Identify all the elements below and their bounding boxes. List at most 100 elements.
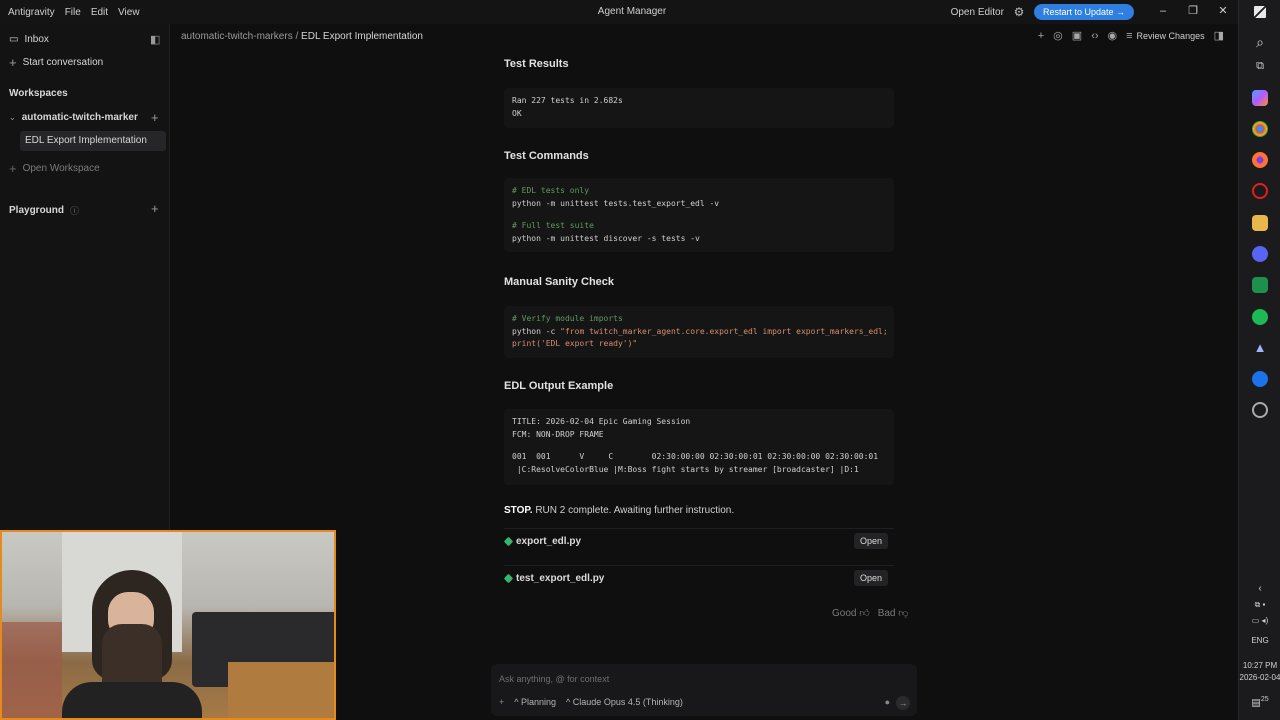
- plus-icon: +: [9, 54, 17, 70]
- webcam-streamer: [62, 562, 202, 718]
- breadcrumb: automatic-twitch-markers / EDL Export Im…: [181, 31, 423, 42]
- list-icon: ≡: [1126, 29, 1133, 42]
- mode-label: Planning: [521, 697, 557, 707]
- bad-feedback-button[interactable]: Bad 👎︎: [878, 607, 909, 619]
- feedback-bar: Good 👍︎ Bad 👎︎: [832, 607, 908, 619]
- toggle-sidebar-icon[interactable]: ◧: [150, 33, 160, 46]
- add-conversation-icon[interactable]: +: [151, 111, 159, 124]
- close-icon[interactable]: ✕: [1208, 0, 1238, 24]
- firefox-icon[interactable]: [1252, 152, 1268, 168]
- menu-edit[interactable]: Edit: [91, 7, 108, 18]
- workspace-item[interactable]: ⌄ automatic-twitch-marker: [9, 112, 138, 123]
- clock-time[interactable]: 10:27 PM: [1239, 661, 1280, 670]
- notification-icon: ▤: [1251, 697, 1261, 709]
- agent-icon[interactable]: ◎: [1053, 29, 1063, 42]
- gear-icon[interactable]: ⚙: [1012, 5, 1026, 19]
- code-comment: # EDL tests only: [512, 186, 590, 195]
- send-icon[interactable]: →: [896, 696, 910, 710]
- edl-output-title: EDL Output Example: [504, 380, 614, 392]
- sidebar-item-inbox[interactable]: ▭ Inbox: [9, 34, 49, 45]
- opera-icon[interactable]: [1252, 183, 1268, 199]
- code-line: |C:ResolveColorBlue |M:Boss fight starts…: [512, 464, 859, 474]
- playground-heading[interactable]: Playground ⓘ: [9, 204, 79, 217]
- spotify-icon[interactable]: [1252, 309, 1268, 325]
- file-artifact-row[interactable]: export_edl.py Open: [503, 528, 894, 554]
- chrome-icon[interactable]: [1252, 121, 1268, 137]
- antigravity-icon[interactable]: ▲: [1239, 340, 1280, 355]
- eye-icon[interactable]: ◉: [1108, 29, 1118, 42]
- chat-input-placeholder[interactable]: Ask anything, @ for context: [499, 674, 609, 684]
- code-string: "from twitch_marker_agent.core.export_ed…: [560, 326, 888, 336]
- windows-start-icon[interactable]: [1254, 6, 1266, 18]
- menu-view[interactable]: View: [118, 7, 140, 18]
- breadcrumb-workspace[interactable]: automatic-twitch-markers: [181, 31, 293, 42]
- restore-icon[interactable]: ❐: [1178, 0, 1208, 24]
- code-line: TITLE: 2026-02-04 Epic Gaming Session: [512, 417, 691, 426]
- menu-file[interactable]: File: [65, 7, 81, 18]
- code-line: python -m unittest discover -s tests -v: [512, 233, 700, 243]
- inbox-label: Inbox: [24, 34, 49, 45]
- file-name: export_edl.py: [516, 536, 582, 547]
- task-view-icon[interactable]: ⧉: [1239, 60, 1280, 73]
- open-editor-link[interactable]: Open Editor: [951, 7, 1004, 18]
- edl-output-block: TITLE: 2026-02-04 Epic Gaming Session FCM…: [504, 409, 894, 485]
- streamer-shirt: [62, 682, 202, 718]
- webcam-dresser: [228, 662, 334, 718]
- add-context-icon[interactable]: +: [499, 697, 504, 707]
- chat-input-box[interactable]: Ask anything, @ for context + ^ Planning…: [491, 664, 917, 716]
- webcam-overlay: [0, 530, 336, 720]
- scrollbar[interactable]: [1232, 50, 1237, 650]
- title-bar: Antigravity File Edit View Agent Manager…: [0, 0, 1238, 24]
- status-text: RUN 2 complete. Awaiting further instruc…: [532, 505, 735, 516]
- status-message: STOP. RUN 2 complete. Awaiting further i…: [504, 505, 734, 516]
- bad-label: Bad: [877, 608, 896, 619]
- review-changes-label: Review Changes: [1136, 30, 1205, 41]
- good-label: Good: [832, 608, 857, 619]
- code-line: FCM: NON-DROP FRAME: [512, 429, 604, 439]
- start-conversation-button[interactable]: + Start conversation: [9, 54, 103, 70]
- open-workspace-button[interactable]: + Open Workspace: [9, 160, 100, 176]
- clock-date[interactable]: 2026-02-04: [1239, 673, 1280, 682]
- notification-count: 25: [1260, 696, 1269, 703]
- search-icon[interactable]: ⌕: [1239, 34, 1280, 51]
- sanity-check-block: # Verify module imports python -c "from t…: [504, 306, 894, 358]
- maps-icon[interactable]: [1252, 371, 1268, 387]
- open-workspace-label: Open Workspace: [22, 163, 100, 174]
- obs-icon[interactable]: [1252, 402, 1268, 418]
- tray-icons[interactable]: ⧉ ▪: [1239, 600, 1280, 610]
- good-feedback-button[interactable]: Good 👍︎: [832, 607, 870, 619]
- copilot-icon[interactable]: [1252, 90, 1268, 106]
- model-selector[interactable]: ^ Claude Opus 4.5 (Thinking): [566, 697, 683, 707]
- review-changes-button[interactable]: ≡ Review Changes: [1126, 30, 1204, 42]
- file-explorer-icon[interactable]: [1252, 215, 1268, 231]
- thumbs-down-icon: 👎︎: [898, 608, 909, 619]
- file-artifact-row[interactable]: test_export_edl.py Open: [503, 565, 894, 591]
- chevron-left-icon[interactable]: ‹: [1239, 583, 1280, 594]
- test-results-title: Test Results: [504, 58, 569, 70]
- conversation-item-edl-export[interactable]: EDL Export Implementation: [25, 135, 147, 146]
- language-indicator[interactable]: ENG: [1239, 636, 1280, 645]
- notifications-button[interactable]: ▤25: [1239, 696, 1280, 708]
- workspaces-heading: Workspaces: [9, 88, 68, 99]
- side-panel-icon[interactable]: ◨: [1214, 29, 1224, 42]
- conversation-header: automatic-twitch-markers / EDL Export Im…: [171, 24, 1238, 50]
- terminal-icon[interactable]: ▣: [1072, 29, 1082, 42]
- microphone-icon[interactable]: ●: [885, 697, 890, 707]
- manual-sanity-title: Manual Sanity Check: [504, 276, 615, 288]
- python-file-icon: [503, 536, 514, 547]
- mode-selector[interactable]: ^ Planning: [514, 697, 556, 707]
- add-playground-icon[interactable]: +: [151, 202, 159, 215]
- minimize-icon[interactable]: –: [1148, 0, 1178, 24]
- plus-icon: +: [9, 160, 17, 176]
- open-file-button[interactable]: Open: [853, 533, 888, 549]
- restart-to-update-button[interactable]: Restart to Update →: [1033, 4, 1134, 20]
- plus-icon[interactable]: +: [1038, 30, 1044, 42]
- windows-taskbar: ⌕ ⧉ ▲ ‹ ⧉ ▪ ▭ ◂) ENG 10:27 PM 2026-02-04…: [1238, 0, 1280, 720]
- open-file-button[interactable]: Open: [853, 570, 888, 586]
- spreadsheet-icon[interactable]: [1252, 277, 1268, 293]
- workspace-name: automatic-twitch-marker: [21, 112, 138, 123]
- network-volume-icon[interactable]: ▭ ◂): [1239, 616, 1280, 625]
- code-icon[interactable]: ‹›: [1091, 30, 1098, 42]
- discord-icon[interactable]: [1252, 246, 1268, 262]
- test-commands-title: Test Commands: [504, 150, 589, 162]
